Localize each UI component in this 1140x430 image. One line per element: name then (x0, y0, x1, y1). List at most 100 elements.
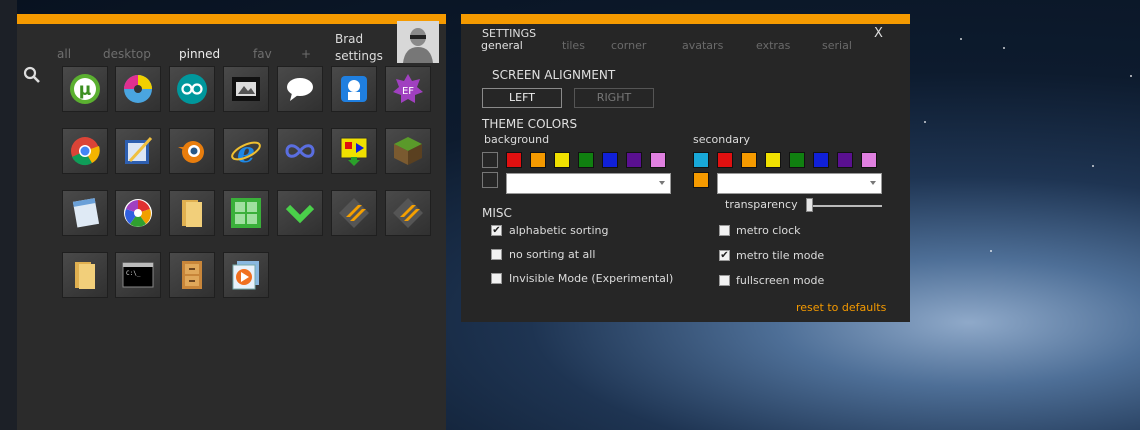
background-swatch[interactable] (482, 152, 498, 168)
tile-media-player[interactable] (224, 253, 268, 297)
tile-green-chevron[interactable] (278, 191, 322, 235)
label-alphabetic-sorting: alphabetic sorting (509, 224, 609, 237)
misc-heading: MISC (482, 206, 512, 220)
background-swatch[interactable] (650, 152, 666, 168)
close-button[interactable]: X (874, 26, 883, 41)
background-color-dropdown[interactable] (506, 173, 671, 194)
disc-burner-icon (124, 75, 152, 103)
tab-serial[interactable]: serial (822, 39, 852, 52)
background-custom-swatch[interactable] (482, 172, 498, 188)
screen-alignment-heading: SCREEN ALIGNMENT (492, 68, 616, 82)
tile-notepad[interactable] (63, 191, 107, 235)
tile-infinity[interactable] (278, 129, 322, 173)
tab-general[interactable]: general (481, 39, 523, 52)
tile-green-tiles[interactable] (224, 191, 268, 235)
tile-internet-explorer[interactable]: e (224, 129, 268, 173)
winamp-icon (339, 198, 369, 228)
svg-text:e: e (237, 136, 255, 167)
star (1092, 165, 1094, 167)
checkbox-fullscreen-mode[interactable] (719, 275, 730, 286)
checkbox-no-sorting[interactable] (491, 249, 502, 260)
tile-chrome[interactable] (63, 129, 107, 173)
star (1130, 75, 1132, 77)
checkbox-invisible-mode[interactable] (491, 273, 502, 284)
picasa-icon (124, 199, 152, 227)
blender-icon (178, 141, 204, 163)
secondary-swatch[interactable] (861, 152, 877, 168)
transparency-slider-track[interactable] (808, 205, 882, 207)
tile-winamp-2[interactable] (386, 191, 430, 235)
tab-corner[interactable]: corner (611, 39, 646, 52)
secondary-swatch[interactable] (765, 152, 781, 168)
star (960, 38, 962, 40)
secondary-swatch[interactable] (741, 152, 757, 168)
tab-tiles[interactable]: tiles (562, 39, 585, 52)
tab-fav[interactable]: fav (253, 47, 272, 61)
tab-avatars[interactable]: avatars (682, 39, 723, 52)
green-chevron-icon (285, 204, 315, 224)
tab-extras[interactable]: extras (756, 39, 790, 52)
transparency-slider-thumb[interactable] (806, 198, 813, 212)
tile-file-cabinet[interactable] (170, 253, 214, 297)
background-swatch[interactable] (602, 152, 618, 168)
folder-icon (75, 262, 95, 289)
tile-utorrent[interactable]: µ (63, 67, 107, 111)
tile-winamp[interactable] (332, 191, 376, 235)
background-swatch[interactable] (506, 152, 522, 168)
avatar[interactable] (397, 21, 439, 63)
tab-pinned[interactable]: pinned (179, 47, 220, 61)
tab-add[interactable]: + (301, 47, 311, 61)
chat-bubble-icon (287, 78, 313, 101)
checkbox-metro-tile-mode[interactable]: ✔ (719, 250, 730, 261)
user-silhouette-icon (397, 21, 439, 63)
secondary-color-dropdown[interactable] (717, 173, 882, 194)
minecraft-icon (394, 137, 422, 165)
tile-command-prompt[interactable]: C:\_ (116, 253, 160, 297)
winamp-icon (393, 198, 423, 228)
tile-folder-2[interactable] (63, 253, 107, 297)
tile-folder[interactable] (170, 191, 214, 235)
secondary-swatch[interactable] (837, 152, 853, 168)
tab-all[interactable]: all (57, 47, 71, 61)
align-right-button[interactable]: RIGHT (574, 88, 654, 108)
label-no-sorting: no sorting at all (509, 248, 596, 261)
tile-download-display[interactable] (332, 129, 376, 173)
secondary-swatch[interactable] (717, 152, 733, 168)
background-swatch[interactable] (578, 152, 594, 168)
file-cabinet-icon (182, 261, 202, 289)
checkbox-alphabetic-sorting[interactable]: ✔ (491, 225, 502, 236)
transparency-label: transparency (725, 198, 798, 211)
tile-disc-burner[interactable] (116, 67, 160, 111)
user-settings-link[interactable]: settings (335, 48, 383, 65)
label-metro-clock: metro clock (736, 224, 801, 237)
tile-pen-editor[interactable] (116, 129, 160, 173)
align-left-button[interactable]: LEFT (482, 88, 562, 108)
tile-movie-maker[interactable] (224, 67, 268, 111)
tile-minecraft[interactable] (386, 129, 430, 173)
pen-editor-icon (125, 136, 153, 164)
settings-panel: SETTINGS X general tiles corner avatars … (461, 14, 910, 322)
svg-text:C:\_: C:\_ (126, 270, 141, 277)
secondary-swatch[interactable] (693, 172, 709, 188)
checkbox-metro-clock[interactable] (719, 225, 730, 236)
secondary-swatch[interactable] (789, 152, 805, 168)
arduino-icon (177, 74, 207, 104)
search-icon[interactable] (23, 66, 41, 84)
ef-app-icon: EF (393, 74, 423, 103)
accent-bar (461, 14, 910, 24)
tile-picasa[interactable] (116, 191, 160, 235)
background-swatch[interactable] (530, 152, 546, 168)
secondary-swatch[interactable] (813, 152, 829, 168)
background-swatch[interactable] (554, 152, 570, 168)
tile-arduino[interactable] (170, 67, 214, 111)
background-swatch[interactable] (626, 152, 642, 168)
secondary-swatch[interactable] (693, 152, 709, 168)
theme-colors-heading: THEME COLORS (482, 117, 578, 131)
background-label: background (484, 133, 550, 146)
tab-desktop[interactable]: desktop (103, 47, 151, 61)
tile-finder[interactable] (332, 67, 376, 111)
tile-chat[interactable] (278, 67, 322, 111)
tile-blender[interactable] (170, 129, 214, 173)
reset-to-defaults-link[interactable]: reset to defaults (796, 301, 886, 314)
tile-ef-app[interactable]: EF (386, 67, 430, 111)
